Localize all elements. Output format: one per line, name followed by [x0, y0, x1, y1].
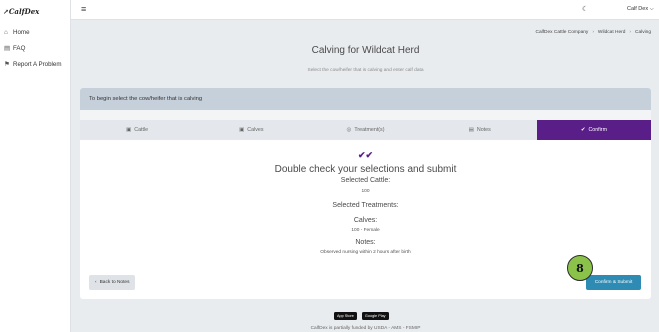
confirm-summary: ✔✔ Double check your selections and subm… [80, 150, 651, 256]
sidebar-item-label: FAQ [13, 44, 26, 52]
calves-icon: ▣ [239, 127, 245, 133]
google-play-badge[interactable]: Google Play [361, 312, 389, 320]
notes-label: Notes: [355, 239, 376, 246]
sidebar-item-report-a-problem[interactable]: ⚑ Report A Problem [0, 56, 70, 72]
calfdex-logo[interactable]: ↗CalfDex [3, 7, 39, 16]
confirm-heading: Double check your selections and submit [274, 164, 457, 175]
wizard-tabs: ▣ Cattle ▣ Calves ◎ Treatment(s) ▤ Notes… [80, 120, 651, 140]
page-subtitle: Select the cow/heifer that is calving an… [307, 68, 424, 73]
calving-wizard-card: To begin select the cow/heifer that is c… [80, 88, 651, 299]
cattle-icon: ▣ [126, 127, 132, 133]
app-store-badges: App Store Google Play [334, 312, 389, 320]
breadcrumb-separator: › [629, 30, 631, 35]
selected-cattle-label: Selected Cattle: [340, 177, 391, 184]
back-to-notes-button[interactable]: ‹ Back to Notes [89, 275, 136, 290]
dark-mode-toggle-icon[interactable]: ☾ [582, 5, 588, 13]
tab-confirm[interactable]: ✔ Confirm [536, 120, 651, 140]
selected-cattle-value: 100 [361, 189, 370, 194]
selected-treatments-label: Selected Treatments: [332, 202, 399, 209]
breadcrumb-company[interactable]: CalfDex Cattle Company [536, 30, 589, 35]
back-button-label: Back to Notes [99, 280, 130, 285]
card-header: To begin select the cow/heifer that is c… [80, 88, 651, 110]
tab-label: Calves [247, 127, 264, 133]
tab-label: Cattle [134, 127, 149, 133]
tab-label: Confirm [588, 127, 607, 133]
app-store-badge[interactable]: App Store [334, 312, 357, 320]
brand[interactable]: ↗CalfDex [0, 0, 70, 22]
chevron-left-icon: ‹ [95, 280, 97, 285]
breadcrumb: CalfDex Cattle Company › Wildcat Herd › … [536, 30, 651, 35]
sidebar: ↗CalfDex ⌂ Home ▤ FAQ ⚑ Report A Problem [0, 0, 71, 332]
breadcrumb-separator: › [592, 30, 594, 35]
tab-calves[interactable]: ▣ Calves [194, 120, 308, 140]
calves-value: 100 - Female [351, 228, 380, 233]
notes-icon: ▤ [468, 127, 474, 133]
tab-treatments[interactable]: ◎ Treatment(s) [308, 120, 422, 140]
user-menu-dropdown[interactable]: Calf Dex ⌵ [627, 6, 654, 13]
book-icon: ▤ [4, 45, 11, 52]
sidebar-item-home[interactable]: ⌂ Home [0, 24, 70, 40]
hamburger-menu-icon[interactable]: ≡ [81, 4, 86, 14]
confirm-submit-button[interactable]: Confirm & Submit [586, 275, 641, 290]
treatment-icon: ◎ [346, 127, 352, 133]
double-check-icon: ✔✔ [357, 150, 374, 160]
top-navbar: ≡ ☾ Calf Dex ⌵ [71, 0, 659, 20]
tab-label: Treatment(s) [354, 127, 385, 133]
step-number-badge: 8 [567, 255, 593, 281]
calves-label: Calves: [353, 217, 378, 224]
footer-funding-text: CalfDex is partially funded by USDA - AM… [310, 326, 421, 331]
report-icon: ⚑ [4, 61, 10, 68]
breadcrumb-current: Calving [635, 30, 651, 35]
sidebar-item-label: Report A Problem [13, 60, 62, 68]
notes-value: Observed nursing within 2 hours after bi… [320, 250, 411, 255]
check-icon: ✔ [580, 127, 586, 133]
breadcrumb-herd[interactable]: Wildcat Herd [598, 30, 625, 35]
sidebar-item-faq[interactable]: ▤ FAQ [0, 40, 70, 56]
tab-cattle[interactable]: ▣ Cattle [80, 120, 194, 140]
page-title: Calving for Wildcat Herd [311, 45, 420, 56]
tab-notes[interactable]: ▤ Notes [423, 120, 537, 140]
home-icon: ⌂ [4, 28, 8, 36]
tab-label: Notes [476, 127, 491, 133]
card-divider [80, 110, 651, 120]
sidebar-item-label: Home [13, 28, 30, 36]
